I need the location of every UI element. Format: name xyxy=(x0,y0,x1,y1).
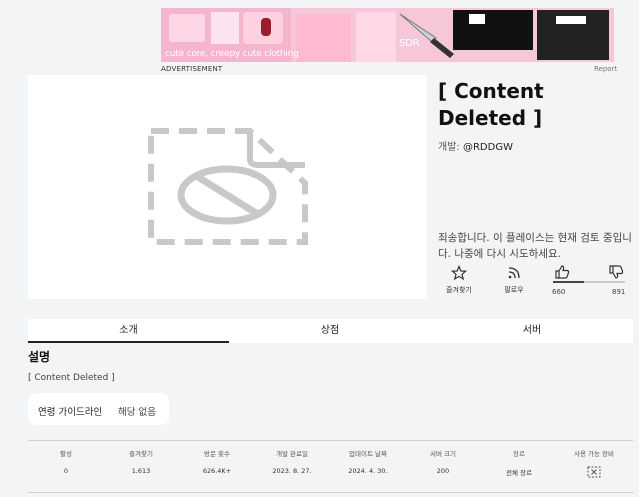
thumbs-down-icon xyxy=(609,265,624,279)
rss-icon xyxy=(508,267,520,279)
ad-item-sweater xyxy=(211,12,239,44)
developer-row: 개발: @RDDGW xyxy=(438,138,513,153)
advertisement-banner[interactable]: cute core, creepy cute clothing SDR xyxy=(161,8,614,62)
stat-value: 626.4K+ xyxy=(202,467,232,475)
review-notice: 죄송합니다. 이 플레이스는 현재 검토 중입니다. 나중에 다시 시도하세요. xyxy=(438,232,632,260)
stats-divider xyxy=(28,440,633,441)
tab-servers[interactable]: 서버 xyxy=(431,319,633,343)
ad-item-top xyxy=(296,14,351,62)
description-heading: 설명 xyxy=(28,350,51,364)
game-thumbnail xyxy=(28,75,427,299)
stat-value: 1,613 xyxy=(131,467,151,475)
downvote-button[interactable] xyxy=(605,264,627,280)
ad-item-black-top xyxy=(453,10,533,50)
tab-about[interactable]: 소개 xyxy=(28,319,229,343)
ad-item-bag xyxy=(169,14,205,42)
ad-item-red xyxy=(261,18,271,36)
ad-label: ADVERTISEMENT xyxy=(161,65,223,73)
stat-value: 2024. 4. 30. xyxy=(348,467,388,475)
game-title: [ Content Deleted ] xyxy=(438,79,544,130)
stat-label: 방문 횟수 xyxy=(204,450,230,458)
ad-item-collar-2 xyxy=(556,16,586,24)
stat-value: 200 xyxy=(436,467,450,475)
developer-link[interactable]: @RDDGW xyxy=(463,142,513,153)
ad-banner-text: cute core, creepy cute clothing xyxy=(165,49,299,59)
ad-item-shirt xyxy=(356,12,396,62)
developer-prefix: 개발: xyxy=(438,142,460,153)
star-icon xyxy=(451,265,467,281)
ad-corner-text: SDR xyxy=(399,38,420,49)
stat-label: 활성 xyxy=(60,450,72,458)
bottom-divider xyxy=(28,492,633,493)
stat-label: 개발 완료일 xyxy=(276,450,308,458)
downvote-count: 891 xyxy=(612,288,626,296)
upvote-button[interactable] xyxy=(550,264,574,280)
stat-label: 업데이트 날짜 xyxy=(349,450,387,458)
report-link[interactable]: Report xyxy=(594,65,617,73)
stat-label: 장르 xyxy=(513,450,525,458)
stat-label: 서버 크기 xyxy=(430,450,456,458)
thumbs-up-icon xyxy=(555,265,570,279)
tab-store[interactable]: 상점 xyxy=(229,319,431,343)
unknown-device-icon xyxy=(587,466,601,478)
follow-button[interactable]: 팔로우 xyxy=(496,265,532,295)
favorite-button[interactable]: 즐겨찾기 xyxy=(440,265,478,295)
knife-icon xyxy=(399,13,454,58)
stat-value: 2023. 8. 27. xyxy=(272,467,312,475)
upvote-count: 660 xyxy=(552,288,566,296)
stat-label: 즐겨찾기 xyxy=(129,450,153,458)
vote-ratio-fill xyxy=(553,281,584,283)
active-tab-indicator xyxy=(28,341,229,343)
stat-value: 전체 장르 xyxy=(506,469,532,477)
stat-value: 0 xyxy=(63,467,69,475)
favorite-label: 즐겨찾기 xyxy=(446,286,472,294)
description-text: [ Content Deleted ] xyxy=(28,373,115,383)
follow-label: 팔로우 xyxy=(504,286,524,294)
age-guideline-label: 연령 가이드라인 xyxy=(38,407,103,418)
content-deleted-icon xyxy=(148,128,308,245)
stat-label: 사용 가능 장비 xyxy=(573,450,614,458)
age-guideline-value: 해당 없음 xyxy=(118,407,156,418)
ad-item-collar xyxy=(469,14,485,24)
tab-bar: 소개 상점 서버 xyxy=(28,319,633,343)
